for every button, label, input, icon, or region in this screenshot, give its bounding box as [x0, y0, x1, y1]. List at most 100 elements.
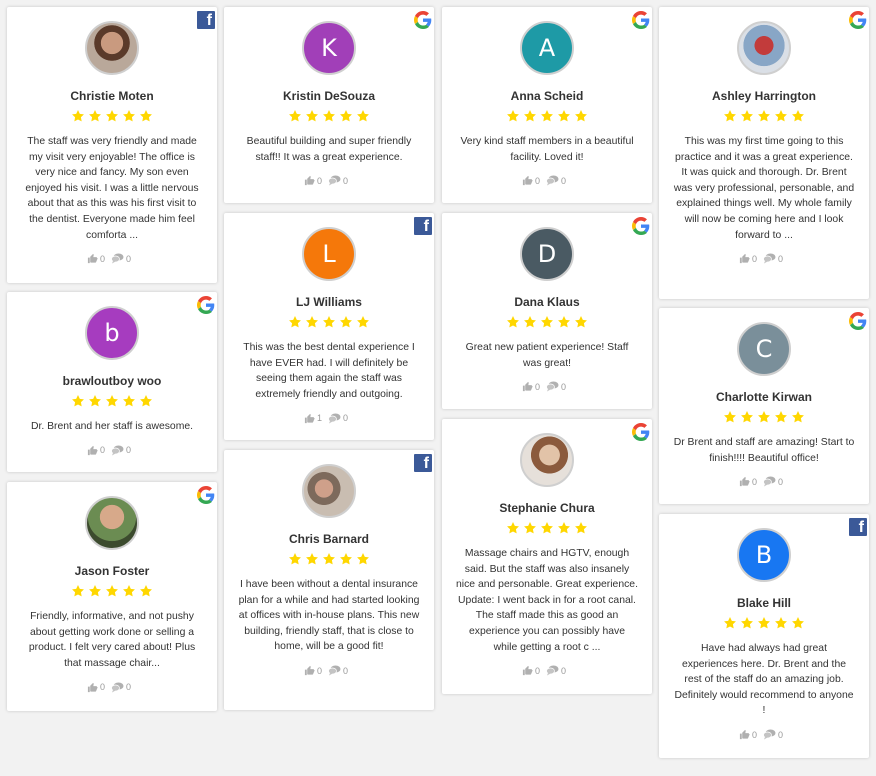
reviewer-name[interactable]: Blake Hill	[659, 596, 869, 610]
avatar: B	[737, 528, 791, 582]
google-icon[interactable]	[632, 423, 650, 441]
like-count: 0	[99, 445, 105, 456]
star-icon	[773, 616, 790, 633]
comment-icon[interactable]	[763, 729, 776, 740]
comment-icon[interactable]	[111, 445, 124, 456]
star-icon	[522, 109, 539, 126]
google-icon[interactable]	[632, 217, 650, 235]
review-card[interactable]: f Chris Barnard I have been without a dent…	[224, 450, 434, 710]
review-card[interactable]: C Charlotte Kirwan Dr Brent and staff are …	[659, 308, 869, 504]
google-icon[interactable]	[632, 11, 650, 29]
like-icon[interactable]	[522, 175, 533, 186]
star-icon	[70, 584, 87, 601]
reviewer-name[interactable]: Chris Barnard	[224, 532, 434, 546]
reviewer-name[interactable]: Ashley Harrington	[659, 89, 869, 103]
comment-icon[interactable]	[328, 175, 341, 186]
like-icon[interactable]	[304, 412, 315, 423]
star-icon	[304, 315, 321, 332]
star-icon	[70, 394, 87, 411]
star-icon	[355, 315, 372, 332]
review-stats: 00	[7, 681, 217, 692]
reviewer-name[interactable]: Kristin DeSouza	[224, 89, 434, 103]
review-card[interactable]: A Anna Scheid Very kind staff members in a…	[442, 7, 652, 203]
like-icon[interactable]	[739, 253, 750, 264]
reviewer-name[interactable]: Anna Scheid	[442, 89, 652, 103]
comment-icon[interactable]	[763, 253, 776, 264]
star-rating	[442, 521, 652, 537]
review-text: The staff was very friendly and made my …	[25, 136, 199, 241]
star-icon	[722, 109, 739, 126]
review-stats: 00	[659, 253, 869, 264]
like-icon[interactable]	[304, 175, 315, 186]
avatar	[737, 21, 791, 75]
star-icon	[539, 109, 556, 126]
star-icon	[722, 410, 739, 427]
review-stats: 00	[442, 381, 652, 392]
like-icon[interactable]	[87, 445, 98, 455]
star-icon	[739, 410, 756, 427]
star-rating	[224, 109, 434, 125]
star-icon	[573, 315, 590, 332]
like-icon[interactable]	[739, 729, 750, 740]
review-stats: 00	[7, 445, 217, 456]
like-count: 0	[751, 729, 757, 740]
comment-count: 0	[561, 665, 567, 676]
comment-icon[interactable]	[328, 412, 341, 423]
like-icon[interactable]	[739, 476, 750, 487]
comment-icon[interactable]	[546, 665, 559, 676]
reviewer-name[interactable]: Stephanie Chura	[442, 501, 652, 515]
review-text: Beautiful building and super friendly st…	[246, 136, 412, 163]
google-icon[interactable]	[849, 312, 867, 330]
google-icon[interactable]	[414, 11, 432, 29]
reviewer-name[interactable]: Christie Moten	[7, 89, 217, 103]
review-stats: 00	[7, 253, 217, 264]
review-card[interactable]: f L LJ Williams This was the best dental ex…	[224, 213, 434, 440]
comment-icon[interactable]	[111, 681, 124, 692]
facebook-icon[interactable]: f	[849, 518, 867, 536]
review-card[interactable]: b brawloutboy woo Dr. Brent and her staff …	[7, 292, 217, 472]
comment-count: 0	[561, 381, 567, 392]
review-card[interactable]: D Dana Klaus Great new patient experience!…	[442, 213, 652, 409]
review-card[interactable]: f Christie Moten The staff was very friend…	[7, 7, 217, 283]
comment-count: 0	[561, 175, 567, 186]
review-card[interactable]: Stephanie Chura Massage chairs and HGTV, …	[442, 419, 652, 694]
facebook-icon[interactable]: f	[197, 11, 215, 29]
comment-icon[interactable]	[546, 175, 559, 186]
star-icon	[338, 315, 355, 332]
reviewer-name[interactable]: Jason Foster	[7, 564, 217, 578]
google-icon[interactable]	[197, 296, 215, 314]
comment-icon[interactable]	[546, 381, 559, 392]
star-icon	[304, 109, 321, 126]
review-card[interactable]: Jason Foster Friendly, informative, and n…	[7, 482, 217, 711]
star-icon	[522, 521, 539, 538]
facebook-icon[interactable]: f	[414, 454, 432, 472]
reviewer-name[interactable]: Dana Klaus	[442, 295, 652, 309]
like-icon[interactable]	[522, 665, 533, 676]
like-icon[interactable]	[87, 681, 98, 692]
star-rating	[442, 109, 652, 125]
avatar	[520, 433, 574, 487]
like-icon[interactable]	[304, 665, 315, 676]
reviewer-name[interactable]: LJ Williams	[224, 295, 434, 309]
star-icon	[338, 552, 355, 569]
comment-icon[interactable]	[763, 476, 776, 487]
reviewer-name[interactable]: brawloutboy woo	[7, 374, 217, 388]
google-icon[interactable]	[197, 486, 215, 504]
star-icon	[321, 552, 338, 569]
review-card[interactable]: K Kristin DeSouza Beautiful building and s…	[224, 7, 434, 203]
reviewer-name[interactable]: Charlotte Kirwan	[659, 390, 869, 404]
review-card[interactable]: f B Blake Hill Have had always had great ex…	[659, 514, 869, 758]
comment-count: 0	[343, 413, 349, 423]
star-icon	[138, 109, 155, 126]
like-icon[interactable]	[522, 381, 533, 392]
star-rating	[7, 109, 217, 125]
review-card[interactable]: Ashley Harrington This was my first time …	[659, 7, 869, 299]
comment-icon[interactable]	[111, 253, 124, 264]
google-icon[interactable]	[849, 11, 867, 29]
comment-icon[interactable]	[328, 665, 341, 676]
review-text: Dr Brent and staff are amazing! Start to…	[673, 437, 855, 464]
like-icon[interactable]	[87, 253, 98, 264]
facebook-icon[interactable]: f	[414, 217, 432, 235]
star-icon	[104, 109, 121, 126]
comment-count: 0	[778, 476, 784, 487]
